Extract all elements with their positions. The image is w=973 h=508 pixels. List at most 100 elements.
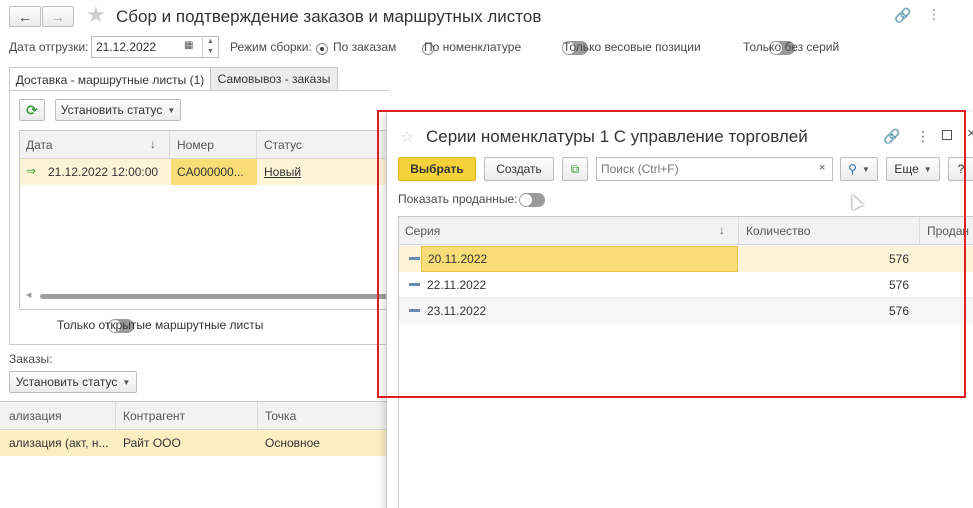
search-options-button[interactable]: ⚲ ▼ bbox=[840, 157, 878, 181]
calendar-icon[interactable]: ▦ bbox=[184, 40, 193, 51]
close-icon[interactable]: × bbox=[967, 125, 973, 142]
mode-radio-orders[interactable] bbox=[316, 42, 328, 55]
tab-delivery-label: Доставка - маршрутные листы (1) bbox=[15, 72, 205, 87]
route-doc-icon: ⇒ bbox=[26, 164, 37, 178]
col-sold[interactable]: Продан bbox=[921, 217, 973, 244]
col-counterparty[interactable]: Контрагент bbox=[117, 402, 258, 429]
tab-pickup-label: Самовывоз - заказы bbox=[217, 72, 331, 86]
col-quantity[interactable]: Количество bbox=[740, 217, 920, 244]
arrow-right-icon: → bbox=[51, 8, 65, 25]
forward-button[interactable]: → bbox=[42, 6, 74, 27]
col-status[interactable]: Статус bbox=[258, 131, 390, 158]
back-button[interactable]: ← bbox=[9, 6, 41, 27]
mouse-cursor-icon bbox=[846, 192, 864, 210]
orders-section-label: Заказы: bbox=[9, 352, 53, 366]
tab-pickup[interactable]: Самовывоз - заказы bbox=[211, 67, 338, 91]
series-value: 22.11.2022 bbox=[427, 277, 487, 292]
routes-table-header: Дата ↓ Номер Статус bbox=[20, 131, 390, 159]
col-document[interactable]: ализация bbox=[0, 402, 116, 429]
tab-delivery[interactable]: Доставка - маршрутные листы (1) bbox=[9, 67, 211, 91]
routes-table[interactable]: Дата ↓ Номер Статус ⇒ 21.12.2022 12:00:0… bbox=[19, 130, 391, 310]
series-table-header: Серия ↓ Количество Продан bbox=[399, 217, 973, 245]
series-value: 23.11.2022 bbox=[427, 304, 487, 318]
modal-title: Серии номенклатуры 1 С управление торгов… bbox=[426, 127, 808, 146]
col-number[interactable]: Номер bbox=[171, 131, 257, 158]
chevron-down-icon: ▼ bbox=[861, 164, 870, 174]
mode-option-orders[interactable]: По заказам bbox=[333, 40, 396, 54]
col-date[interactable]: Дата bbox=[20, 131, 170, 158]
series-qty-value: 576 bbox=[888, 304, 909, 318]
modal-favorite-star-icon[interactable]: ☆ bbox=[400, 127, 414, 147]
arrow-left-icon: ← bbox=[18, 8, 32, 25]
select-button-label: Выбрать bbox=[410, 162, 464, 176]
more-button-label: Еще bbox=[894, 162, 919, 176]
series-marker-icon bbox=[409, 257, 420, 260]
table-row[interactable]: 23.11.2022 576 bbox=[399, 298, 973, 324]
modal-more-menu-icon[interactable]: ⋮ bbox=[916, 128, 930, 145]
mode-label: Режим сборки: bbox=[230, 40, 312, 54]
more-button[interactable]: Еще ▼ bbox=[886, 157, 940, 181]
series-value: 20.11.2022 bbox=[421, 246, 738, 272]
copy-button[interactable]: ⧉ bbox=[562, 157, 588, 181]
link-icon[interactable]: 🔗 bbox=[894, 7, 911, 24]
create-button[interactable]: Создать bbox=[484, 157, 554, 181]
search-icon: ⚲ bbox=[848, 162, 857, 176]
series-table[interactable]: Серия ↓ Количество Продан 20.11.2022 576… bbox=[398, 216, 973, 508]
search-input[interactable] bbox=[597, 158, 811, 180]
table-row[interactable]: 20.11.2022 576 bbox=[399, 246, 973, 272]
search-field[interactable]: × bbox=[596, 157, 833, 181]
table-row[interactable]: ⇒ 21.12.2022 12:00:00 CA000000... Новый bbox=[20, 159, 390, 185]
order-document: ализация (акт, н... bbox=[9, 436, 109, 450]
copy-document-icon: ⧉ bbox=[570, 161, 580, 176]
chevron-down-icon: ▼ bbox=[923, 164, 932, 174]
orders-set-status-button[interactable]: Установить статус ▼ bbox=[9, 371, 137, 393]
series-marker-icon bbox=[409, 309, 420, 312]
weight-only-label: Только весовые позиции bbox=[563, 40, 701, 54]
show-sold-toggle[interactable] bbox=[519, 192, 545, 207]
series-qty: 576 bbox=[740, 246, 915, 272]
only-open-label: Только открытые маршрутные листы bbox=[57, 318, 264, 332]
table-row[interactable]: ализация (акт, н... Райт ООО Основное bbox=[0, 430, 391, 456]
select-button[interactable]: Выбрать bbox=[398, 157, 476, 181]
route-status-link[interactable]: Новый bbox=[258, 159, 358, 185]
route-date: 21.12.2022 12:00:00 bbox=[48, 165, 159, 179]
favorite-star-icon[interactable]: ★ bbox=[86, 2, 106, 28]
ship-date-value: 21.12.2022 bbox=[96, 40, 157, 54]
no-series-label: Только без серий bbox=[743, 40, 840, 54]
series-qty-value: 576 bbox=[888, 277, 909, 292]
refresh-button[interactable]: ⟳ bbox=[19, 99, 45, 121]
order-point: Основное bbox=[265, 436, 320, 450]
col-series[interactable]: Серия bbox=[399, 217, 739, 244]
more-menu-icon[interactable]: ⋮ bbox=[927, 6, 941, 23]
sort-down-icon: ↓ bbox=[719, 223, 725, 237]
scroll-left-icon[interactable]: ◀ bbox=[26, 291, 31, 299]
help-button-label: ? bbox=[957, 162, 965, 176]
col-point[interactable]: Точка bbox=[259, 402, 389, 429]
series-modal[interactable]: ☆ Серии номенклатуры 1 С управление торг… bbox=[386, 112, 973, 508]
orders-table[interactable]: ализация Контрагент Точка ализация (акт,… bbox=[0, 401, 392, 508]
series-qty-value: 576 bbox=[888, 252, 909, 266]
create-button-label: Создать bbox=[496, 162, 542, 176]
show-sold-label: Показать проданные: bbox=[398, 192, 518, 206]
maximize-icon[interactable] bbox=[942, 130, 952, 140]
routes-set-status-button[interactable]: Установить статус ▼ bbox=[55, 99, 181, 121]
orders-table-header: ализация Контрагент Точка bbox=[0, 402, 391, 430]
page-title: Сбор и подтверждение заказов и маршрутны… bbox=[116, 7, 542, 26]
route-number: CA000000... bbox=[171, 159, 257, 185]
routes-set-status-label: Установить статус bbox=[60, 103, 163, 117]
help-button[interactable]: ? bbox=[948, 157, 973, 181]
refresh-icon: ⟳ bbox=[26, 101, 38, 118]
ship-date-label: Дата отгрузки: bbox=[9, 40, 89, 54]
sort-down-icon: ↓ bbox=[150, 137, 156, 151]
horizontal-scrollbar[interactable] bbox=[40, 294, 390, 299]
orders-set-status-label: Установить статус bbox=[15, 375, 118, 389]
clear-search-icon[interactable]: × bbox=[819, 162, 825, 174]
chevron-down-icon: ▼ bbox=[167, 105, 176, 115]
date-stepper[interactable]: ▲ ▼ bbox=[202, 37, 218, 57]
series-qty: 576 bbox=[740, 298, 915, 324]
modal-link-icon[interactable]: 🔗 bbox=[883, 128, 900, 145]
mode-option-nomenclature[interactable]: По номенклатуре bbox=[424, 40, 521, 54]
ship-date-field[interactable]: 21.12.2022 ▦ ▲ ▼ bbox=[91, 36, 219, 58]
series-marker-icon bbox=[409, 283, 420, 286]
table-row[interactable]: 22.11.2022 576 bbox=[399, 272, 973, 298]
